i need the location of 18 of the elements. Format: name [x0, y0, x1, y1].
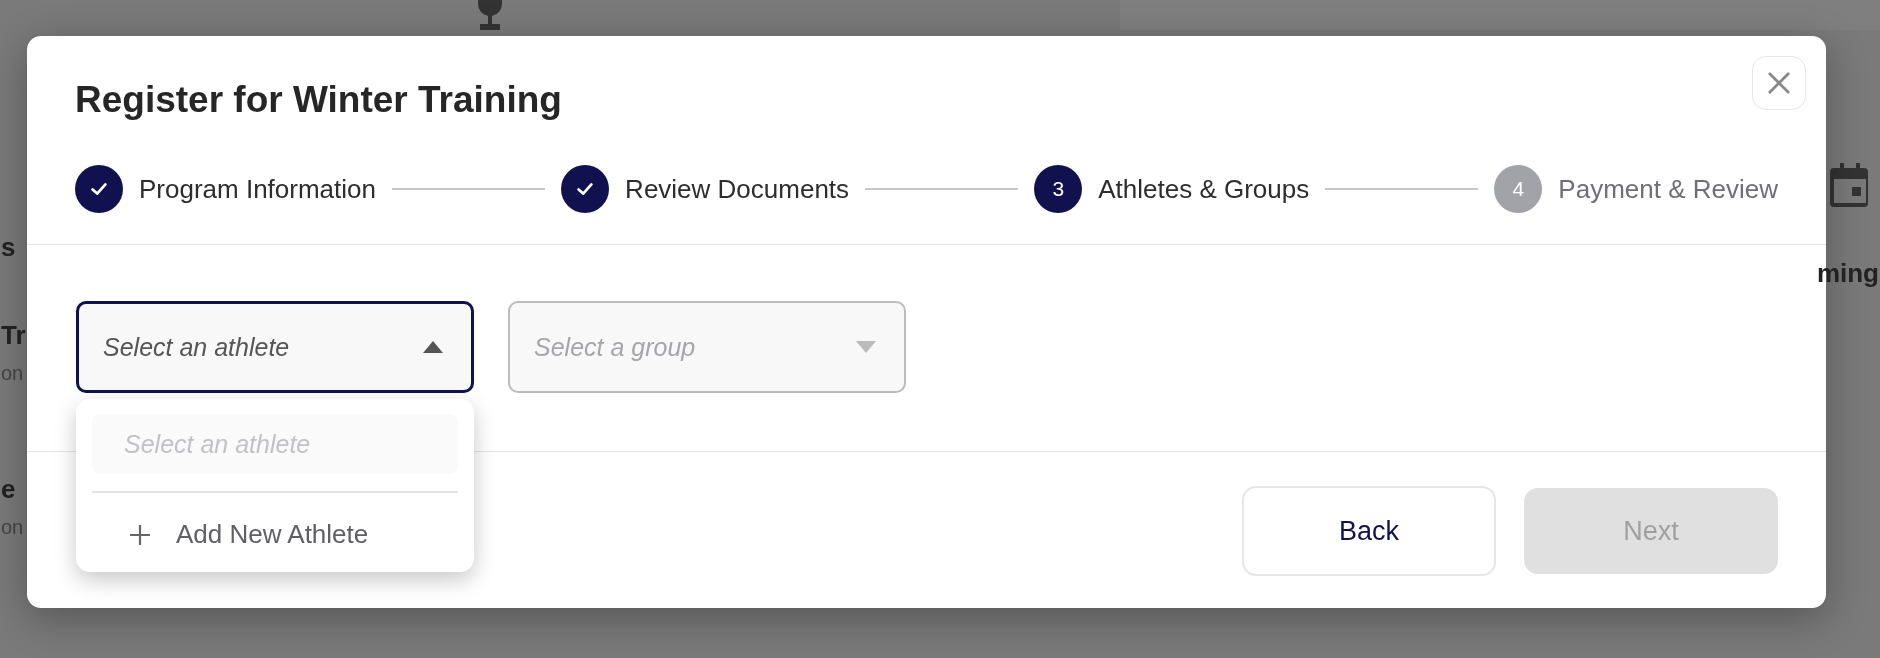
page-text: Tr — [1, 320, 26, 351]
page-text: s — [1, 232, 16, 263]
modal-title: Register for Winter Training — [75, 78, 563, 122]
athlete-select[interactable]: Select an athlete — [76, 301, 474, 393]
caret-icon — [423, 341, 443, 353]
close-button[interactable] — [1752, 56, 1806, 110]
caret-icon — [856, 341, 876, 353]
plus-icon — [128, 522, 152, 547]
step-label: Review Documents — [625, 173, 850, 205]
back-button[interactable]: Back — [1242, 486, 1496, 576]
page-text: e — [1, 474, 16, 505]
step-number: 4 — [1494, 165, 1543, 213]
step-number: 3 — [1034, 165, 1083, 213]
add-athlete-item[interactable]: Add New Athlete — [92, 519, 458, 550]
step-label: Program Information — [139, 173, 376, 205]
search-field[interactable]: Select an athlete — [92, 414, 458, 474]
step-label: Payment & Review — [1558, 173, 1778, 205]
step-label: Athletes & Groups — [1098, 173, 1310, 205]
